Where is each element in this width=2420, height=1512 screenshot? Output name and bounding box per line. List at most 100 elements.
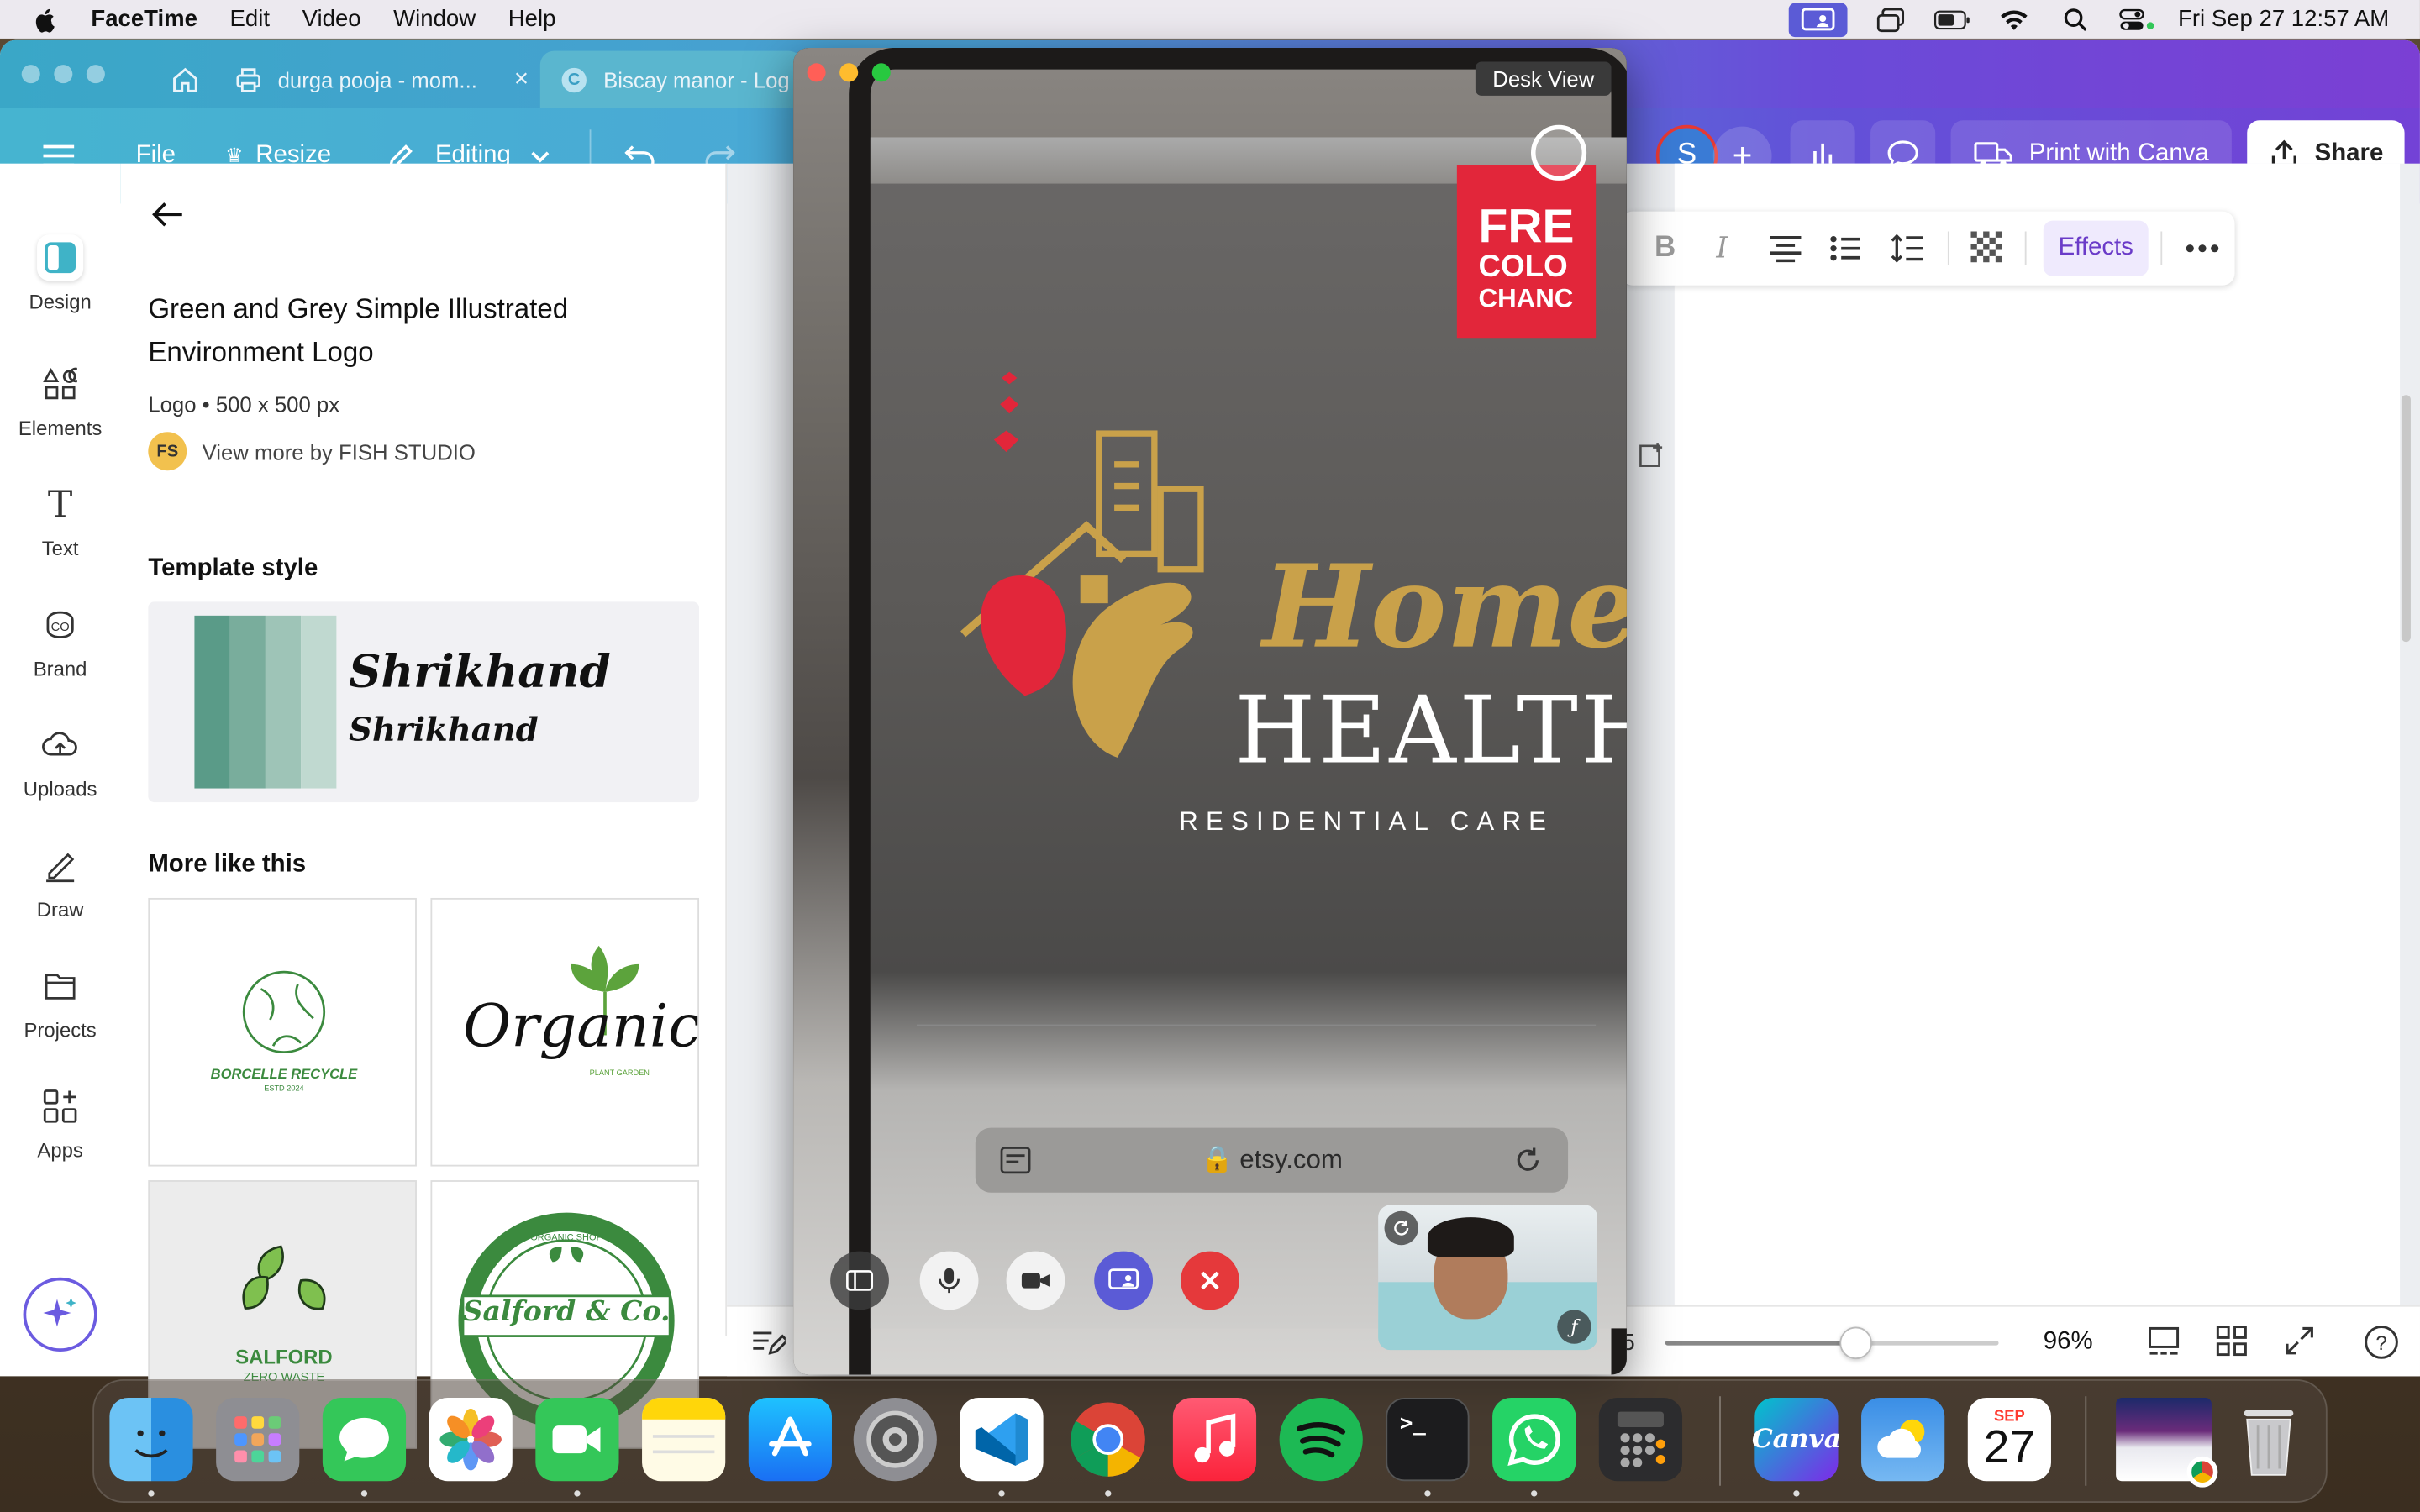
launchpad-icon[interactable] [216, 1398, 300, 1482]
menu-window[interactable]: Window [393, 6, 476, 32]
author-row[interactable]: FS View more by FISH STUDIO [148, 432, 476, 471]
dock-separator [2085, 1396, 2087, 1486]
zoom-level[interactable]: 96% [2044, 1328, 2093, 1356]
chrome-icon[interactable] [1066, 1398, 1150, 1481]
line-spacing-icon[interactable] [1891, 233, 1924, 264]
flip-camera-icon[interactable] [1384, 1210, 1418, 1246]
whatsapp-icon[interactable] [1492, 1398, 1576, 1482]
thumb-sub: PLANT GARDEN [589, 1068, 650, 1079]
facetime-minimize-button[interactable] [839, 63, 859, 82]
music-icon[interactable] [1172, 1398, 1257, 1482]
tab-durga-pooja[interactable]: durga pooja - mom... × [213, 51, 537, 108]
finder-icon[interactable] [109, 1398, 193, 1482]
notes-icon[interactable] [751, 1328, 786, 1356]
mute-button[interactable] [919, 1251, 979, 1310]
trash-icon[interactable] [2227, 1398, 2310, 1481]
dock-separator [1719, 1396, 1721, 1486]
bold-button[interactable]: B [1655, 232, 1676, 265]
system-settings-icon[interactable] [853, 1398, 937, 1482]
notes-app-icon[interactable] [642, 1398, 726, 1482]
desk-view-button[interactable]: Desk View [1476, 61, 1612, 96]
italic-button[interactable]: I [1716, 232, 1728, 265]
sidebar-item-brand[interactable]: CO Brand [0, 601, 120, 680]
apple-menu-icon[interactable] [33, 5, 60, 33]
home-tab[interactable] [148, 51, 209, 108]
screen-share-status-icon[interactable] [1789, 2, 1848, 37]
sidebar-item-text[interactable]: T Text [0, 481, 120, 560]
author-link[interactable]: View more by FISH STUDIO [203, 439, 476, 464]
menu-app-name[interactable]: FaceTime [91, 6, 197, 32]
menubar-clock[interactable]: Fri Sep 27 12:57 AM [2178, 6, 2389, 32]
template-style-card[interactable]: Shrikhand Shrikhand [148, 601, 700, 803]
terminal-icon[interactable]: >_ [1386, 1398, 1470, 1482]
photos-icon[interactable] [429, 1398, 513, 1482]
spotify-icon[interactable] [1279, 1398, 1363, 1482]
sidebar-toggle-button[interactable] [830, 1251, 889, 1310]
facetime-close-button[interactable] [807, 63, 826, 82]
calendar-day: 27 [1983, 1421, 2036, 1473]
facetime-zoom-button[interactable] [871, 63, 891, 82]
back-arrow-icon[interactable] [151, 201, 185, 228]
canva-sidebar: Design Elements T Text CO Brand Uploads … [0, 163, 121, 1352]
zoom-slider[interactable] [1665, 1326, 1999, 1360]
help-icon[interactable]: ? [2363, 1324, 2400, 1361]
weather-icon[interactable] [1861, 1398, 1945, 1482]
capture-photo-button[interactable] [1531, 124, 1587, 181]
sidebar-item-projects[interactable]: Projects [0, 963, 120, 1042]
sidebar-icon [846, 1270, 874, 1291]
facetime-dock-icon[interactable] [535, 1398, 619, 1482]
sidebar-item-elements[interactable]: Elements [0, 361, 120, 440]
effects-button[interactable]: Effects [2043, 220, 2149, 276]
calendar-icon[interactable]: SEP 27 [1967, 1398, 2051, 1482]
calculator-icon[interactable] [1598, 1398, 1683, 1482]
vscode-icon[interactable] [960, 1398, 1044, 1482]
color-swatch [265, 615, 302, 789]
pages-view-icon[interactable] [2147, 1326, 2181, 1359]
messages-icon[interactable] [322, 1398, 407, 1482]
align-center-icon[interactable] [1769, 234, 1802, 263]
menu-help[interactable]: Help [508, 6, 556, 32]
sidebar-item-uploads[interactable]: Uploads [0, 722, 120, 801]
sidebar-item-design[interactable]: Design [0, 234, 120, 313]
tab-biscay-manor[interactable]: C Biscay manor - Log [539, 50, 803, 108]
tab-close-icon[interactable]: × [514, 66, 529, 93]
zoom-window-button[interactable] [86, 65, 105, 84]
grid-view-icon[interactable] [2216, 1326, 2248, 1357]
sidebar-item-apps[interactable]: Apps [0, 1083, 120, 1162]
spotlight-search-icon[interactable] [2058, 5, 2095, 33]
share-screen-button[interactable] [1094, 1251, 1154, 1310]
reader-icon [1000, 1147, 1031, 1174]
magic-sparkle-button[interactable] [23, 1277, 97, 1352]
app-store-icon[interactable] [748, 1398, 832, 1482]
recent-window-thumbnail[interactable] [2116, 1398, 2218, 1488]
template-details-panel: Green and Grey Simple Illustrated Enviro… [120, 163, 728, 1449]
cinematic-mode-icon[interactable]: ƒ [1557, 1310, 1591, 1344]
phone-screen: FRE COLO CHANC Home HEALTH RESIDENTIAL C… [870, 137, 1627, 1329]
design-page[interactable] [1674, 163, 2401, 1336]
wifi-icon[interactable] [1996, 5, 2033, 33]
bulleted-list-icon[interactable] [1830, 234, 1861, 262]
canva-favicon-icon: C [561, 66, 587, 92]
template-thumbnail[interactable]: Organic PLANT GARDEN [430, 897, 700, 1167]
sidebar-item-label: Elements [18, 416, 103, 440]
zoom-slider-thumb[interactable] [1839, 1326, 1873, 1360]
minimize-window-button[interactable] [54, 65, 73, 84]
more-options-icon[interactable] [2186, 244, 2219, 253]
menu-video[interactable]: Video [302, 6, 361, 32]
video-toggle-button[interactable] [1006, 1251, 1065, 1310]
menu-edit[interactable]: Edit [230, 6, 270, 32]
battery-icon[interactable] [1934, 5, 1971, 33]
template-thumbnail[interactable]: BORCELLE RECYCLE ESTD 2024 [148, 897, 417, 1167]
end-call-button[interactable] [1181, 1251, 1239, 1310]
sidebar-item-draw[interactable]: Draw [0, 843, 120, 921]
vertical-scrollbar[interactable] [2401, 395, 2411, 643]
canva-app-icon[interactable]: Canva [1752, 1398, 1841, 1482]
close-window-button[interactable] [21, 65, 40, 84]
fullscreen-icon[interactable] [2284, 1326, 2315, 1357]
transparency-icon[interactable] [1970, 231, 2004, 265]
add-page-icon[interactable] [1638, 441, 1675, 478]
stage-manager-icon[interactable] [1872, 5, 1909, 33]
control-center-icon[interactable] [2119, 5, 2156, 33]
uploads-icon [37, 722, 83, 769]
self-view-tile[interactable]: ƒ [1378, 1205, 1597, 1351]
